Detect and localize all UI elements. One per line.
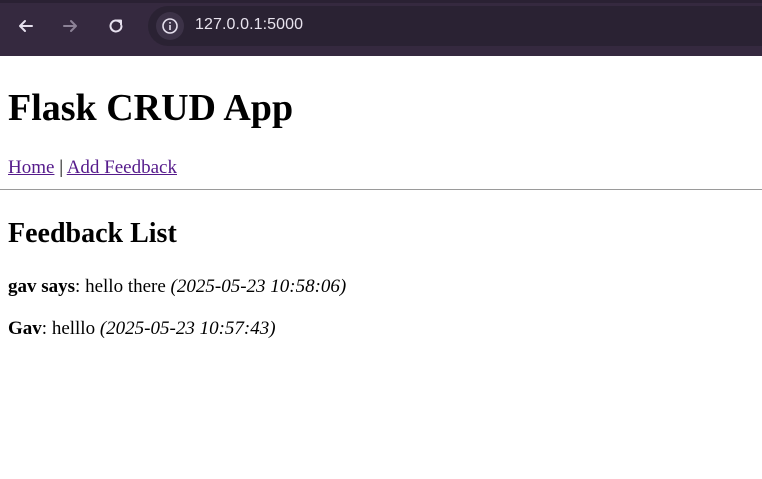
add-feedback-link[interactable]: Add Feedback — [67, 157, 177, 178]
feedback-timestamp: (2025-05-23 10:57:43) — [99, 318, 276, 339]
reload-button[interactable] — [100, 10, 132, 42]
divider — [0, 189, 762, 190]
forward-arrow-icon — [63, 20, 77, 32]
site-info-button[interactable] — [156, 12, 184, 40]
feedback-author: gav says — [8, 276, 76, 297]
feedback-message: helllo — [51, 318, 96, 339]
feedback-timestamp: (2025-05-23 10:58:06) — [170, 276, 347, 297]
home-link[interactable]: Home — [8, 157, 54, 178]
forward-button[interactable] — [54, 10, 86, 42]
section-title: Feedback List — [8, 218, 177, 249]
reload-icon — [109, 19, 123, 33]
browser-toolbar: 127.0.0.1:5000 — [0, 0, 762, 56]
feedback-item: gav says: hello there (2025-05-23 10:58:… — [8, 276, 347, 297]
back-arrow-icon — [19, 20, 33, 32]
back-button[interactable] — [10, 10, 42, 42]
nav-links: Home | Add Feedback — [8, 157, 177, 179]
url-text[interactable]: 127.0.0.1:5000 — [195, 16, 303, 34]
tab-strip-edge — [0, 0, 762, 3]
address-bar[interactable]: 127.0.0.1:5000 — [148, 6, 762, 46]
feedback-message: hello there — [85, 276, 166, 297]
info-icon — [162, 18, 178, 34]
page-title: Flask CRUD App — [8, 87, 294, 129]
feedback-author: Gav — [8, 318, 42, 339]
nav-separator: | — [59, 157, 63, 178]
feedback-item: Gav: helllo (2025-05-23 10:57:43) — [8, 318, 276, 339]
